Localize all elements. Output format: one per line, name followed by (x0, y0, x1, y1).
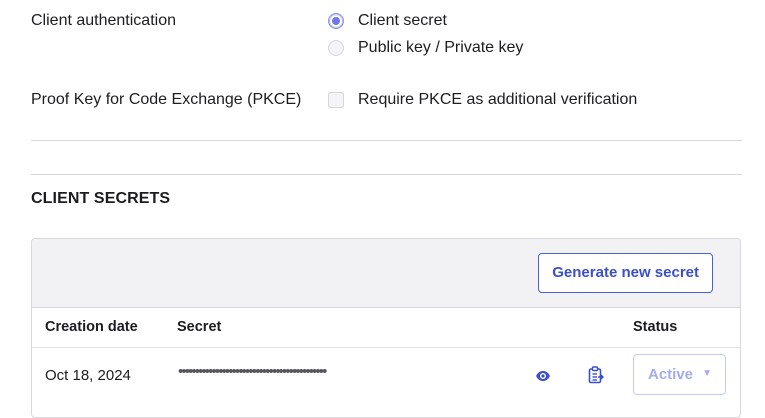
clipboard-icon[interactable] (588, 366, 604, 384)
chevron-down-icon: ▼ (702, 368, 712, 379)
radio-client-secret[interactable] (328, 13, 344, 29)
creation-date-cell: Oct 18, 2024 (45, 367, 131, 384)
radio-public-private-key-label[interactable]: Public key / Private key (358, 39, 523, 57)
column-header-status: Status (633, 319, 678, 335)
column-header-creation-date: Creation date (45, 319, 138, 335)
table-header-divider (32, 347, 740, 348)
generate-new-secret-button[interactable]: Generate new secret (538, 253, 713, 293)
radio-client-secret-label[interactable]: Client secret (358, 12, 447, 30)
eye-icon[interactable] (535, 368, 551, 384)
column-header-secret: Secret (177, 319, 222, 335)
divider (31, 174, 742, 175)
client-authentication-label: Client authentication (31, 12, 176, 29)
pkce-label: Proof Key for Code Exchange (PKCE) (31, 91, 302, 108)
pkce-checkbox-label[interactable]: Require PKCE as additional verification (358, 91, 637, 109)
radio-public-private-key[interactable] (328, 40, 344, 56)
pkce-checkbox[interactable] (328, 92, 344, 108)
status-dropdown[interactable]: Active ▼ (633, 354, 726, 395)
client-secrets-toolbar: Generate new secret (32, 239, 740, 308)
client-secrets-title: CLIENT SECRETS (31, 190, 171, 207)
divider (31, 140, 742, 141)
client-secrets-panel: Generate new secret Creation date Secret… (31, 238, 741, 418)
status-value: Active (648, 366, 694, 383)
masked-secret: ••••••••••••••••••••••••••••••••••••••••… (178, 363, 327, 380)
